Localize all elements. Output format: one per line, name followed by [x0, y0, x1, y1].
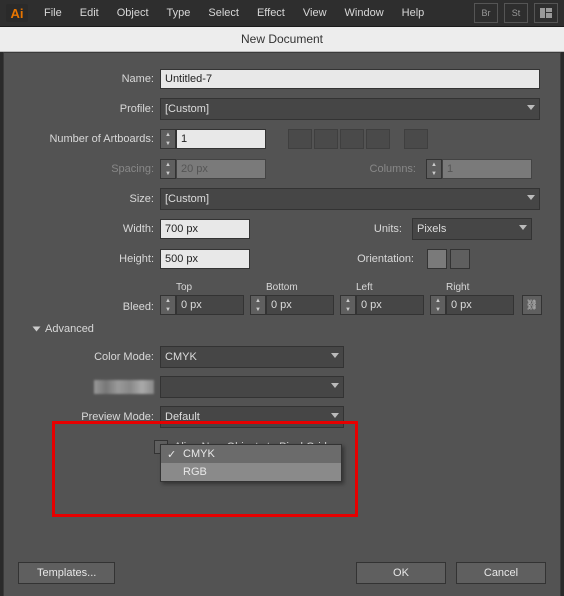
label-name: Name: [4, 73, 160, 85]
label-bleed: Bleed: [4, 301, 160, 313]
num-artboards-input[interactable] [176, 129, 266, 149]
preview-mode-select[interactable]: Default [160, 406, 344, 428]
menu-effect[interactable]: Effect [249, 4, 293, 22]
artboard-rtl-icon [404, 129, 428, 149]
layout-icon[interactable] [534, 3, 558, 23]
app-logo: Ai [6, 4, 28, 22]
menu-file[interactable]: File [36, 4, 70, 22]
label-columns: Columns: [370, 163, 422, 175]
height-input[interactable] [160, 249, 250, 269]
label-orientation: Orientation: [357, 253, 420, 265]
label-profile: Profile: [4, 103, 160, 115]
color-mode-option-rgb[interactable]: RGB [161, 463, 341, 481]
label-color-mode: Color Mode: [4, 351, 160, 363]
color-mode-option-cmyk[interactable]: ✓ CMYK [161, 445, 341, 463]
label-units: Units: [374, 223, 408, 235]
label-bleed-bottom: Bottom [250, 282, 334, 293]
menu-help[interactable]: Help [394, 4, 433, 22]
color-mode-dropdown: ✓ CMYK RGB [160, 444, 342, 482]
menu-type[interactable]: Type [159, 4, 199, 22]
label-num-artboards: Number of Artboards: [4, 133, 160, 145]
spinner-buttons-icon: ▲▼ [426, 159, 442, 179]
bleed-left-spinner[interactable]: ▲▼ [340, 295, 424, 315]
label-bleed-left: Left [340, 282, 424, 293]
num-artboards-spinner[interactable]: ▲▼ [160, 129, 266, 149]
label-size: Size: [4, 193, 160, 205]
bleed-link-button[interactable]: ⛓ [522, 295, 542, 315]
columns-input [442, 159, 532, 179]
bleed-right-spinner[interactable]: ▲▼ [430, 295, 514, 315]
name-input[interactable] [160, 69, 540, 89]
size-select[interactable]: [Custom] [160, 188, 540, 210]
bleed-right-input[interactable] [446, 295, 514, 315]
bleed-bottom-spinner[interactable]: ▲▼ [250, 295, 334, 315]
orientation-landscape-button[interactable] [450, 249, 470, 269]
cancel-button[interactable]: Cancel [456, 562, 546, 584]
spinner-buttons-icon[interactable]: ▲▼ [160, 129, 176, 149]
menu-view[interactable]: View [295, 4, 335, 22]
columns-spinner: ▲▼ [426, 159, 532, 179]
label-raster-effects-blurred [4, 380, 160, 394]
units-select[interactable]: Pixels [412, 218, 532, 240]
artboard-arrange-down-icon [366, 129, 390, 149]
artboard-grid-col-icon [314, 129, 338, 149]
width-input[interactable] [160, 219, 250, 239]
menu-select[interactable]: Select [200, 4, 247, 22]
disclosure-triangle-icon [33, 327, 41, 332]
bleed-bottom-input[interactable] [266, 295, 334, 315]
color-mode-select[interactable]: CMYK [160, 346, 344, 368]
profile-select[interactable]: [Custom] [160, 98, 540, 120]
menu-window[interactable]: Window [337, 4, 392, 22]
label-spacing: Spacing: [4, 163, 160, 175]
menubar: Ai File Edit Object Type Select Effect V… [0, 0, 564, 27]
artboard-arrange-right-icon [340, 129, 364, 149]
dialog-title: New Document [0, 27, 564, 52]
label-preview-mode: Preview Mode: [4, 411, 160, 423]
orientation-portrait-button[interactable] [427, 249, 447, 269]
artboard-grid-row-icon [288, 129, 312, 149]
label-bleed-right: Right [430, 282, 514, 293]
menu-object[interactable]: Object [109, 4, 157, 22]
bleed-left-input[interactable] [356, 295, 424, 315]
ok-button[interactable]: OK [356, 562, 446, 584]
stock-icon[interactable]: St [504, 3, 528, 23]
advanced-section-header[interactable]: Advanced [4, 323, 560, 335]
templates-button[interactable]: Templates... [18, 562, 115, 584]
bleed-top-input[interactable] [176, 295, 244, 315]
label-height: Height: [4, 253, 160, 265]
new-document-dialog: Name: Profile: [Custom] Number of Artboa… [3, 52, 561, 596]
raster-effects-select[interactable] [160, 376, 344, 398]
label-bleed-top: Top [160, 282, 244, 293]
spacing-spinner: ▲▼ [160, 159, 266, 179]
spacing-input [176, 159, 266, 179]
bleed-top-spinner[interactable]: ▲▼ [160, 295, 244, 315]
spinner-buttons-icon: ▲▼ [160, 159, 176, 179]
label-width: Width: [4, 223, 160, 235]
menu-edit[interactable]: Edit [72, 4, 107, 22]
checkmark-icon: ✓ [167, 448, 176, 461]
bridge-icon[interactable]: Br [474, 3, 498, 23]
